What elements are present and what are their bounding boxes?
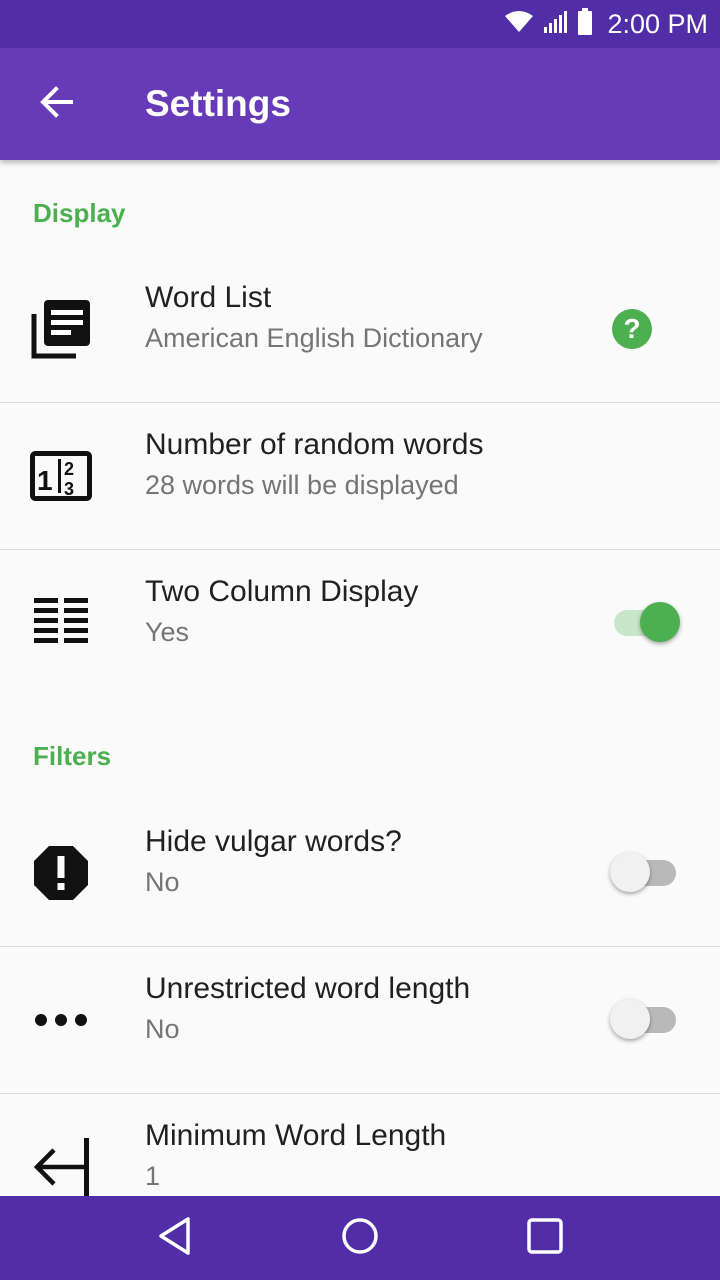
pref-unrestricted-word-length[interactable]: Unrestricted word length No [0, 947, 720, 1094]
pref-title: Two Column Display [145, 575, 419, 608]
pref-title: Hide vulgar words? [145, 825, 402, 858]
pref-number-of-random-words[interactable]: 1 2 3 Number of random words 28 words wi… [0, 403, 720, 550]
switch-thumb [610, 999, 650, 1039]
page-title: Settings [145, 83, 291, 124]
pref-summary: No [145, 867, 180, 897]
back-button[interactable] [24, 72, 88, 136]
two-column-list-icon [28, 590, 94, 656]
svg-text:2: 2 [64, 459, 74, 479]
pref-summary: Yes [145, 617, 190, 647]
hide-vulgar-toggle[interactable] [610, 851, 682, 895]
svg-text:1: 1 [37, 465, 53, 496]
arrow-left-bar-icon [28, 1134, 94, 1200]
category-display: Display [33, 198, 126, 228]
numbers-icon: 1 2 3 [28, 443, 94, 509]
alert-octagon-icon [28, 840, 94, 906]
pref-hide-vulgar-words[interactable]: Hide vulgar words? No [0, 800, 720, 947]
battery-icon [577, 7, 593, 41]
status-time: 2:00 PM [607, 8, 708, 39]
help-icon[interactable]: ? [612, 309, 652, 349]
recents-square-icon [525, 1216, 565, 1261]
pref-summary: 1 [145, 1161, 161, 1191]
navigation-bar [0, 1196, 720, 1280]
pref-word-list[interactable]: Word List American English Dictionary ? [0, 256, 720, 403]
pref-two-column-display[interactable]: Two Column Display Yes [0, 550, 720, 696]
more-horizontal-icon [28, 987, 94, 1053]
back-triangle-icon [157, 1216, 193, 1261]
pref-summary: No [145, 1014, 180, 1044]
pref-title: Number of random words [145, 428, 484, 461]
pref-title: Minimum Word Length [145, 1119, 447, 1152]
nav-back-button[interactable] [125, 1196, 225, 1280]
unrestricted-length-toggle[interactable] [610, 998, 682, 1042]
wifi-icon [505, 10, 534, 39]
pref-summary: American English Dictionary [145, 323, 483, 353]
signal-icon [543, 10, 568, 39]
home-circle-icon [340, 1216, 380, 1261]
pref-title: Word List [145, 281, 272, 314]
pref-title: Unrestricted word length [145, 972, 471, 1005]
settings-list: Display Word List American English Dicti… [0, 160, 720, 1241]
svg-text:3: 3 [64, 479, 74, 499]
app-bar: Settings [0, 48, 720, 160]
two-column-toggle[interactable] [610, 601, 682, 645]
arrow-back-icon [39, 85, 73, 124]
pref-summary: 28 words will be displayed [145, 470, 459, 500]
switch-thumb [640, 602, 680, 642]
status-bar: 2:00 PM [0, 0, 720, 48]
category-filters: Filters [33, 741, 112, 771]
switch-thumb [610, 852, 650, 892]
nav-home-button[interactable] [310, 1196, 410, 1280]
library-books-icon [28, 296, 94, 362]
nav-recents-button[interactable] [495, 1196, 595, 1280]
